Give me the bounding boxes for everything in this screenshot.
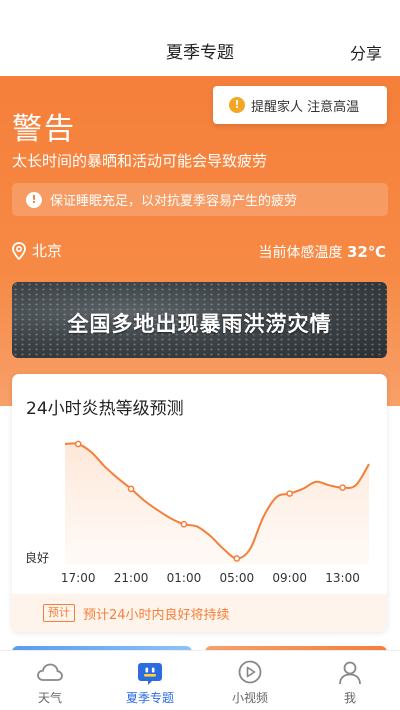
location-pin-icon — [12, 241, 26, 260]
chart-x-tick-label: 21:00 — [114, 571, 149, 585]
page-title: 夏季专题 — [166, 43, 234, 63]
forecast-tag: 预计 — [43, 604, 75, 622]
alert-icon: ! — [229, 97, 245, 113]
chart-point — [233, 555, 241, 562]
tab-short-video[interactable]: 小视频 — [200, 651, 300, 710]
chart-x-tick-label: 17:00 — [61, 571, 96, 585]
tab-weather-label: 天气 — [37, 691, 62, 705]
feels-like-temperature: 当前体感温度 32℃ — [259, 242, 387, 262]
remind-family-button[interactable]: ! 提醒家人 注意高温 — [213, 86, 387, 124]
tab-summer-topic[interactable]: 夏季专题 — [100, 651, 200, 710]
chart-point — [127, 485, 135, 493]
forecast-chart: 良好 17:00 21:00 01:00 05:00 09:00 13:00 — [25, 440, 370, 585]
chart-point — [339, 484, 346, 492]
chart-point — [286, 490, 294, 497]
summer-topic-icon — [138, 663, 162, 685]
chart-x-tick-label: 13:00 — [325, 571, 360, 585]
forecast-footer-text: 预计24小时内良好将持续 — [83, 607, 230, 623]
news-banner[interactable]: 全国多地出现暴雨洪涝灾情 — [12, 282, 387, 358]
forecast-footer: 预计 预计24小时内良好将持续 — [12, 594, 387, 632]
tip-banner: ! 保证睡眠充足，以对抗夏季容易产生的疲劳 — [12, 183, 388, 216]
feels-like-label: 当前体感温度 — [258, 245, 343, 261]
tab-short-video-label: 小视频 — [231, 691, 268, 705]
profile-icon — [339, 661, 361, 685]
tab-summer-topic-label: 夏季专题 — [125, 691, 174, 705]
chart-x-tick-label: 01:00 — [167, 571, 202, 585]
feels-like-value: 32℃ — [346, 243, 386, 261]
tip-text: 保证睡眠充足，以对抗夏季容易产生的疲劳 — [50, 194, 298, 209]
bottom-tab-bar: 天气 夏季专题 小视频 我 — [0, 650, 400, 710]
warning-description: 太长时间的暴晒和活动可能会导致疲劳 — [12, 152, 268, 170]
top-bar: 夏季专题 分享 — [0, 0, 400, 76]
location[interactable]: 北京 — [12, 240, 62, 261]
forecast-card: 24小时炎热等级预测 良好 17:00 21:00 01:00 05:00 09:00 13… — [12, 374, 387, 632]
chart-area — [65, 443, 369, 564]
news-banner-text: 全国多地出现暴雨洪涝灾情 — [67, 311, 332, 336]
alert-icon: ! — [26, 191, 42, 208]
chart-level-label: 良好 — [25, 550, 49, 565]
share-button[interactable]: 分享 — [350, 40, 382, 64]
weather-cloud-icon — [37, 663, 63, 681]
play-video-icon — [238, 660, 262, 684]
chart-x-tick-label: 09:00 — [272, 571, 307, 585]
warning-title: 警告 — [12, 112, 76, 147]
tab-weather[interactable]: 天气 — [0, 651, 100, 710]
chart-point — [180, 520, 188, 528]
tab-me[interactable]: 我 — [300, 651, 400, 710]
chart-point — [74, 440, 82, 448]
remind-family-label: 提醒家人 注意高温 — [251, 99, 360, 115]
tab-me-label: 我 — [343, 691, 356, 705]
chart-x-tick-label: 05:00 — [220, 571, 255, 585]
location-city: 北京 — [32, 242, 63, 260]
